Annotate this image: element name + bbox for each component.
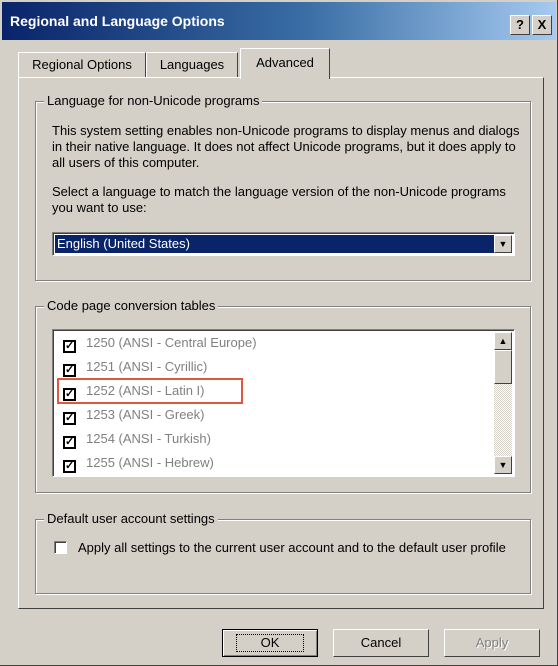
code-page-list[interactable]: ✓ 1250 (ANSI - Central Europe) ✓ 1251 (ANS… (52, 329, 515, 477)
vertical-scrollbar[interactable]: ▲ ▼ (494, 332, 512, 474)
tab-advanced[interactable]: Advanced (240, 48, 330, 79)
close-button[interactable]: X (532, 15, 552, 35)
select-language-prompt: Select a language to match the language … (52, 184, 506, 215)
tab-regional-options[interactable]: Regional Options (18, 52, 146, 78)
list-item[interactable]: ✓ 1251 (ANSI - Cyrillic) (63, 356, 207, 378)
ok-button-label: OK (235, 634, 305, 652)
list-item-label: 1251 (ANSI - Cyrillic) (86, 359, 208, 374)
list-item[interactable]: ✓ 1253 (ANSI - Greek) (63, 404, 205, 426)
list-item-label: 1255 (ANSI - Hebrew) (86, 455, 214, 470)
code-page-group-label: Code page conversion tables (44, 298, 219, 314)
window-title: Regional and Language Options (10, 13, 225, 29)
checkbox-checked-icon[interactable]: ✓ (63, 412, 76, 425)
default-user-group-label: Default user account settings (44, 511, 218, 527)
non-unicode-group: Language for non-Unicode programs This s… (35, 93, 531, 281)
chevron-down-icon[interactable]: ▼ (494, 235, 512, 253)
checkbox-checked-icon[interactable]: ✓ (63, 364, 76, 377)
scroll-up-icon[interactable]: ▲ (494, 332, 512, 350)
checkbox-checked-icon[interactable]: ✓ (63, 460, 76, 473)
help-button[interactable]: ? (510, 15, 530, 35)
checkbox-checked-icon[interactable]: ✓ (63, 436, 76, 449)
list-item[interactable]: ✓ 1255 (ANSI - Hebrew) (63, 452, 214, 474)
regional-language-dialog: Regional and Language Options ? X Region… (0, 0, 558, 666)
list-item-label: 1253 (ANSI - Greek) (86, 407, 205, 422)
highlight-outline (57, 378, 243, 404)
default-user-group: Default user account settings Apply all … (35, 511, 531, 594)
scrollbar-thumb[interactable] (494, 350, 512, 384)
checkbox-checked-icon[interactable]: ✓ (63, 340, 76, 353)
scroll-down-icon[interactable]: ▼ (494, 456, 512, 474)
list-item[interactable]: ✓ 1254 (ANSI - Turkish) (63, 428, 211, 450)
ok-button[interactable]: OK (222, 629, 318, 657)
apply-button[interactable]: Apply (444, 629, 540, 657)
list-item-label: 1254 (ANSI - Turkish) (86, 431, 211, 446)
language-select-value: English (United States) (55, 235, 494, 253)
list-item-label: 1250 (ANSI - Central Europe) (86, 335, 257, 350)
apply-default-user-label: Apply all settings to the current user a… (78, 540, 506, 555)
cancel-button[interactable]: Cancel (333, 629, 429, 657)
code-page-group: Code page conversion tables ✓ 1250 (ANSI … (35, 298, 531, 493)
apply-default-user-checkbox[interactable] (54, 541, 67, 554)
non-unicode-description: This system setting enables non-Unicode … (52, 123, 520, 170)
language-select[interactable]: English (United States) ▼ (52, 232, 515, 256)
title-bar[interactable]: Regional and Language Options ? X (2, 2, 556, 40)
list-item[interactable]: ✓ 1250 (ANSI - Central Europe) (63, 332, 257, 354)
tab-languages[interactable]: Languages (146, 52, 238, 78)
non-unicode-group-label: Language for non-Unicode programs (44, 93, 263, 109)
